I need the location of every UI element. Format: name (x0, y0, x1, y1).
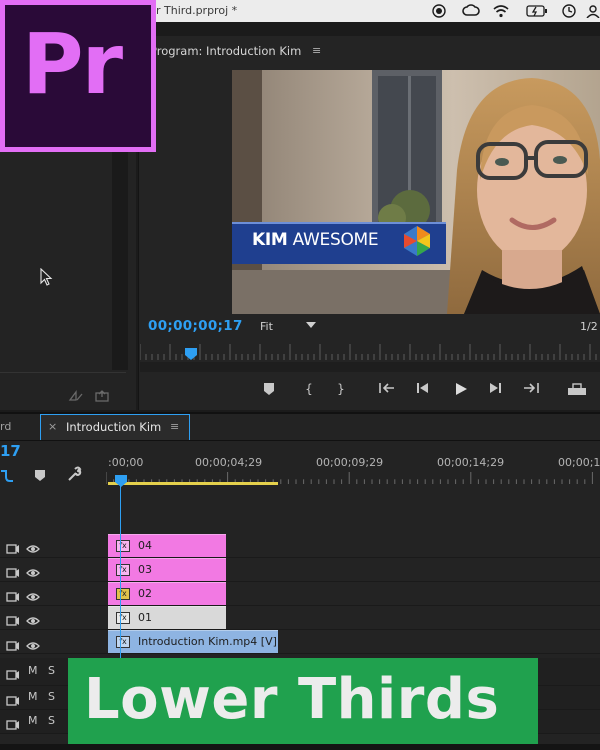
ruler-label: :00;00 (108, 456, 144, 469)
panel-menu-icon[interactable]: ≡ (312, 44, 321, 57)
clip[interactable]: fx 01 (108, 606, 226, 629)
ruler-label: 00;00;04;29 (195, 456, 263, 469)
mute-track-button[interactable]: M (28, 690, 38, 703)
lower-third-text: KIM AWESOME (252, 230, 379, 250)
step-back-icon[interactable] (412, 382, 434, 400)
ruler-label: 00;00;09;29 (316, 456, 384, 469)
toggle-sync-lock-icon[interactable] (6, 588, 20, 607)
bottom-edge (0, 744, 600, 750)
chevron-down-icon[interactable] (306, 322, 316, 328)
creative-cloud-icon[interactable] (462, 2, 480, 20)
ruler-label: 00;00;14;29 (437, 456, 505, 469)
program-monitor-tab[interactable]: Program: Introduction Kim (150, 44, 301, 58)
user-icon[interactable] (584, 2, 600, 20)
track-row (0, 606, 600, 630)
clip[interactable]: fx 04 (108, 534, 226, 557)
previous-sequence-tab[interactable]: rd (0, 420, 11, 433)
go-to-out-icon[interactable] (520, 382, 542, 400)
solo-track-button[interactable]: S (48, 714, 55, 727)
eye-icon[interactable] (26, 637, 40, 656)
monitor-playhead[interactable] (185, 345, 197, 360)
project-panel-footer (0, 372, 126, 386)
toggle-sync-lock-icon[interactable] (6, 564, 20, 583)
find-icon[interactable] (94, 390, 110, 402)
track-row (0, 582, 600, 606)
eye-icon[interactable] (26, 564, 40, 583)
mark-out-icon[interactable]: } (330, 382, 352, 400)
lower-third-logo-icon (400, 224, 434, 262)
solo-track-button[interactable]: S (48, 690, 55, 703)
toggle-sync-lock-icon[interactable] (6, 666, 20, 685)
play-icon[interactable] (450, 382, 472, 400)
toggle-sync-lock-icon[interactable] (6, 540, 20, 559)
wifi-icon[interactable] (492, 2, 510, 20)
divider (0, 440, 600, 441)
banner-title: Lower Thirds (84, 667, 500, 732)
monitor-time-ruler[interactable] (139, 342, 600, 362)
logo-text: Pr (22, 15, 123, 113)
lower-third-bold: KIM (252, 230, 288, 250)
toggle-sync-lock-icon[interactable] (6, 612, 20, 631)
sequence-tab-label: Introduction Kim (66, 420, 162, 434)
mute-track-button[interactable]: M (28, 664, 38, 677)
work-area-bar[interactable] (108, 482, 278, 485)
clip-label: 04 (138, 539, 152, 552)
monitor-zoom-scrollbar[interactable] (140, 362, 600, 372)
automate-to-sequence-icon[interactable] (68, 390, 84, 402)
toggle-sync-lock-icon[interactable] (6, 716, 20, 735)
clip-label: Introduction Kim.mp4 [V] (138, 635, 277, 648)
export-frame-icon[interactable] (566, 382, 588, 400)
record-icon[interactable] (430, 2, 448, 20)
add-marker-icon[interactable] (34, 468, 46, 487)
window-title: r Third.prproj * (156, 4, 238, 17)
go-to-in-icon[interactable] (376, 382, 398, 400)
mute-track-button[interactable]: M (28, 714, 38, 727)
step-forward-icon[interactable] (484, 382, 506, 400)
fx-badge-icon: fx (116, 636, 130, 648)
eye-icon[interactable] (26, 540, 40, 559)
solo-track-button[interactable]: S (48, 664, 55, 677)
clip[interactable]: fx Introduction Kim.mp4 [V] (108, 630, 278, 653)
clip[interactable]: fx 03 (108, 558, 226, 581)
resolution-select[interactable]: 1/2 (580, 320, 598, 333)
fx-badge-icon: fx (116, 588, 130, 600)
close-icon[interactable]: × (48, 420, 57, 433)
video-preview: KIM AWESOME (232, 70, 600, 314)
clip-label: 01 (138, 611, 152, 624)
zoom-select[interactable]: Fit (260, 320, 273, 333)
add-marker-icon[interactable] (258, 382, 280, 400)
fx-badge-icon: fx (116, 612, 130, 624)
lower-third-rest: AWESOME (287, 230, 379, 250)
eye-icon[interactable] (26, 612, 40, 631)
panel-menu-icon[interactable]: ≡ (170, 420, 179, 433)
mark-in-icon[interactable]: { (298, 382, 320, 400)
clock-icon[interactable] (560, 2, 578, 20)
timeline-timecode[interactable]: 17 (0, 442, 21, 460)
clip-label: 02 (138, 587, 152, 600)
wrench-icon[interactable] (66, 466, 82, 486)
mouse-cursor-icon (40, 267, 54, 292)
track-row (0, 534, 600, 558)
track-row (0, 630, 600, 654)
ruler-label: 00;00;1 (558, 456, 600, 469)
fx-badge-icon: fx (116, 540, 130, 552)
eye-icon[interactable] (26, 588, 40, 607)
timeline-playhead[interactable] (115, 472, 127, 487)
clip-label: 03 (138, 563, 152, 576)
snap-icon[interactable] (0, 468, 14, 487)
playhead-timecode[interactable]: 00;00;00;17 (148, 318, 243, 334)
toggle-sync-lock-icon[interactable] (6, 637, 20, 656)
fx-badge-icon: fx (116, 564, 130, 576)
track-row (0, 558, 600, 582)
battery-icon[interactable] (526, 2, 548, 20)
toggle-sync-lock-icon[interactable] (6, 692, 20, 711)
clip[interactable]: fx 02 (108, 582, 226, 605)
